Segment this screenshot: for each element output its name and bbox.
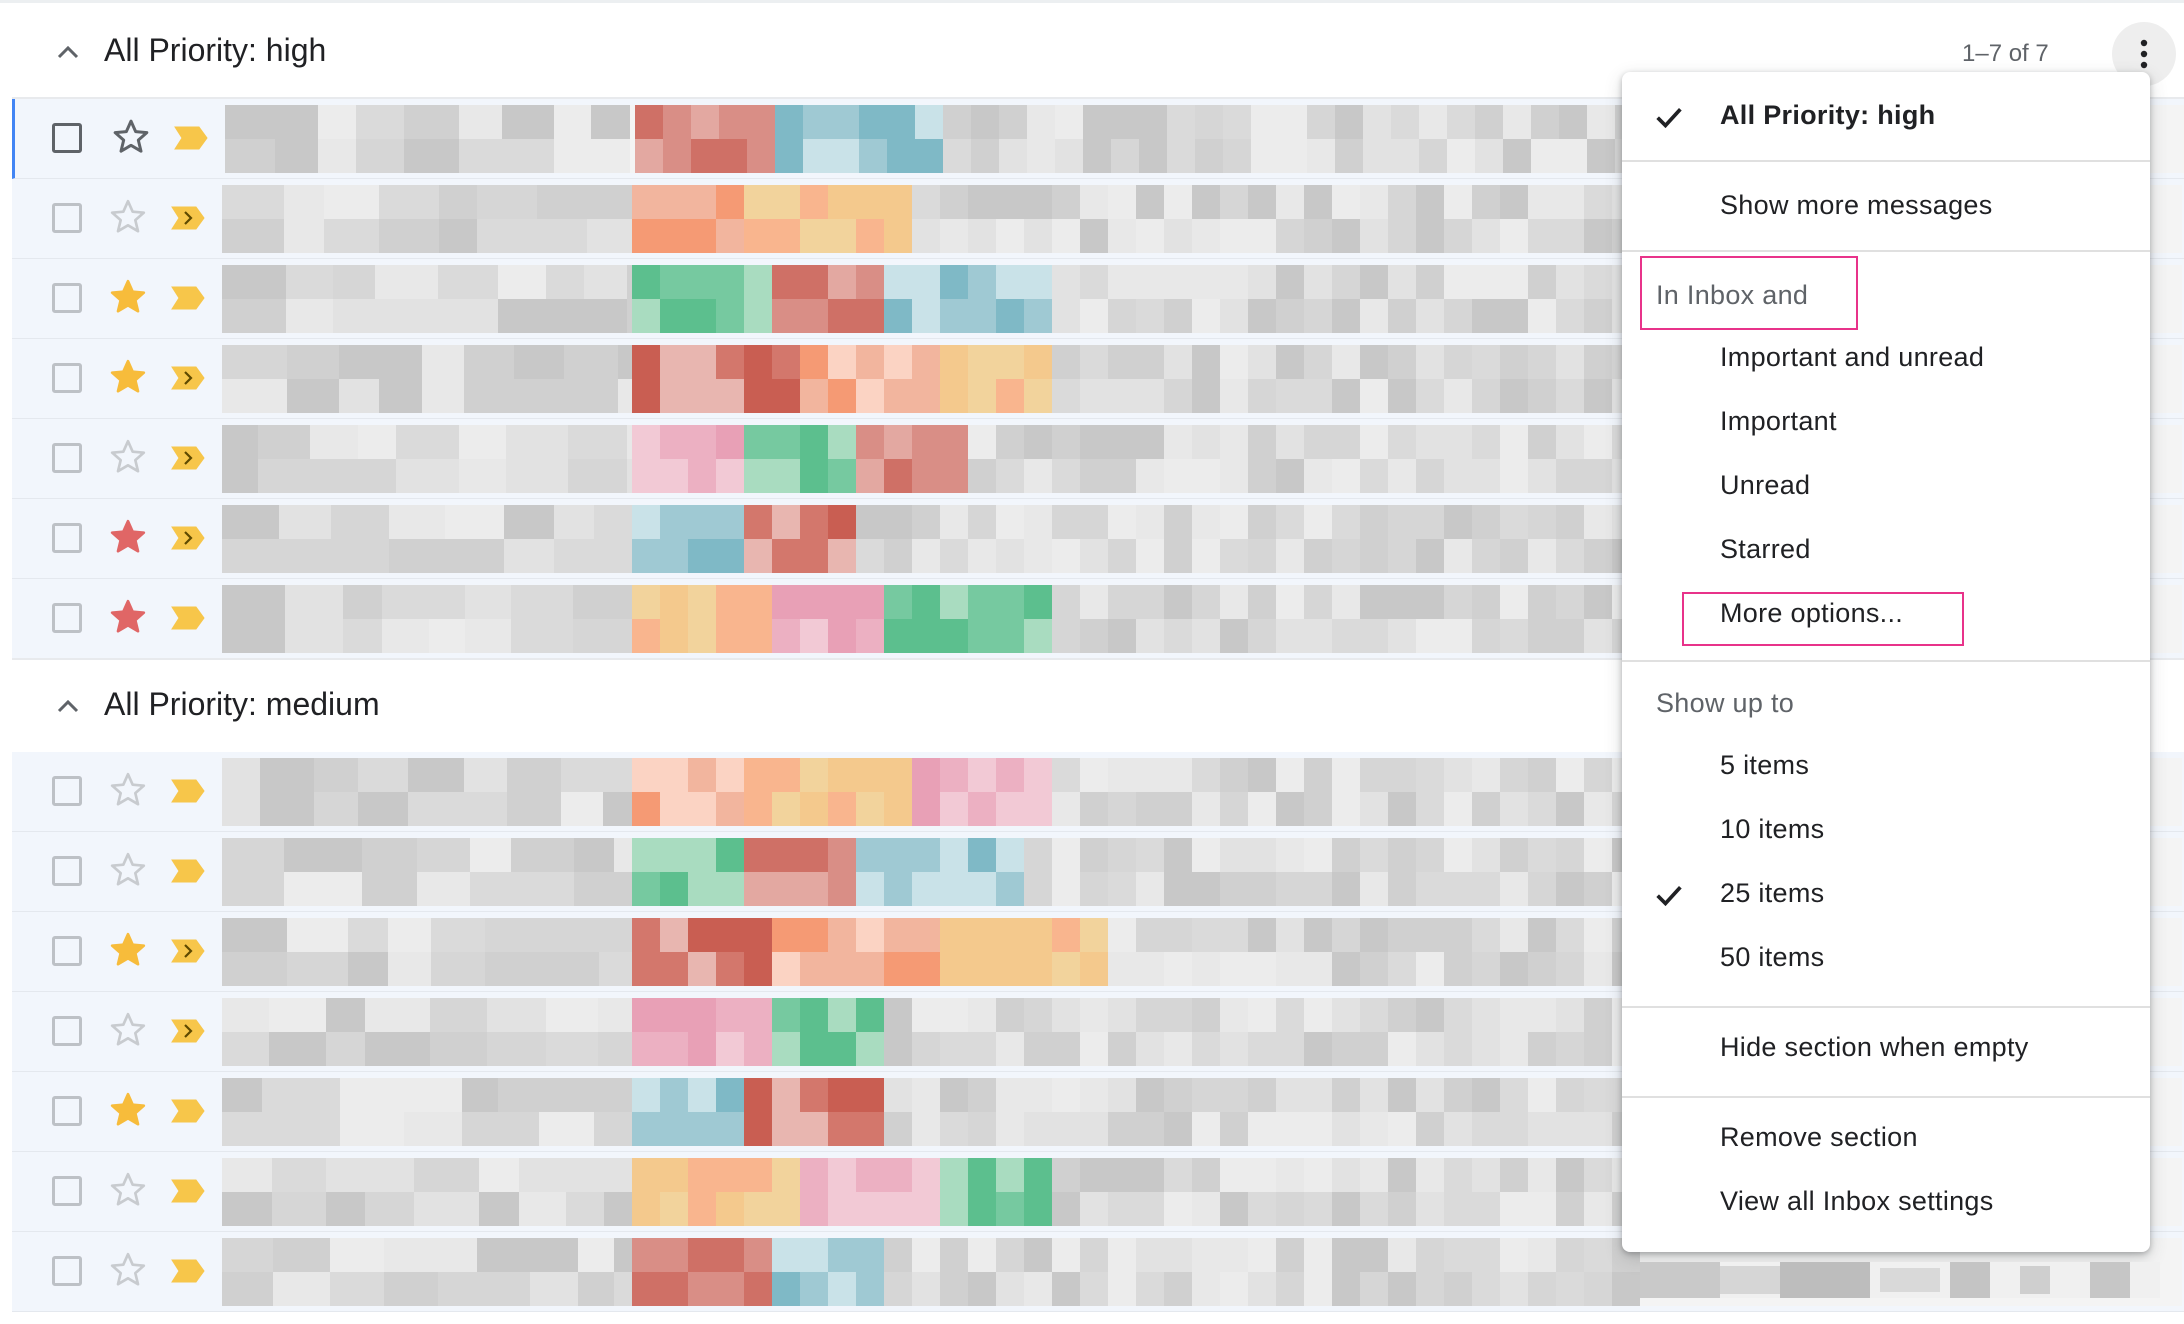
menu-item-all-priority-high[interactable]: All Priority: high [1622, 86, 2150, 146]
star-icon[interactable] [108, 770, 148, 810]
star-icon[interactable] [108, 437, 148, 477]
menu-separator [1622, 1006, 2150, 1008]
star-icon[interactable] [111, 117, 151, 157]
menu-item-label: More options... [1720, 598, 1904, 628]
menu-item-view-all-inbox-settings[interactable]: View all Inbox settings [1622, 1172, 2150, 1232]
menu-item-label: Important and unread [1720, 342, 1985, 372]
menu-item-label: All Priority: high [1720, 100, 1936, 130]
collapse-section-button[interactable] [50, 688, 86, 724]
important-marker-icon[interactable] [168, 443, 208, 473]
menu-item-unread[interactable]: Unread [1622, 456, 2150, 516]
message-count: 1–7 of 7 [1962, 40, 2049, 67]
star-icon[interactable] [108, 1090, 148, 1130]
section-title: All Priority: medium [104, 686, 380, 722]
checkbox-icon[interactable] [52, 936, 82, 966]
checkbox-icon[interactable] [52, 363, 82, 393]
important-marker-icon[interactable] [168, 603, 208, 633]
checkbox-icon[interactable] [52, 856, 82, 886]
menu-item-important-and-unread[interactable]: Important and unread [1622, 328, 2150, 388]
important-marker-icon[interactable] [168, 363, 208, 393]
star-icon[interactable] [108, 1010, 148, 1050]
section-title: All Priority: high [104, 32, 327, 68]
important-marker-icon[interactable] [168, 856, 208, 886]
checkbox-icon[interactable] [52, 1256, 82, 1286]
checkbox-icon[interactable] [52, 123, 82, 153]
checkbox-icon[interactable] [52, 443, 82, 473]
menu-item-label: 5 items [1720, 750, 1810, 780]
important-marker-icon[interactable] [168, 283, 208, 313]
more-vert-icon [2140, 39, 2148, 69]
chevron-up-icon [57, 45, 79, 59]
checkbox-icon[interactable] [52, 523, 82, 553]
important-marker-icon[interactable] [168, 1256, 208, 1286]
menu-item-label: Show more messages [1720, 190, 1993, 220]
check-icon [1656, 107, 1682, 129]
menu-item-label: View all Inbox settings [1720, 1186, 1994, 1216]
menu-heading-show-up-to: Show up to [1656, 688, 1795, 718]
menu-item-label: 25 items [1720, 878, 1825, 908]
checkbox-icon[interactable] [52, 283, 82, 313]
menu-item-label: 50 items [1720, 942, 1825, 972]
menu-item-label: 10 items [1720, 814, 1825, 844]
menu-item-label: Unread [1720, 470, 1811, 500]
top-border [0, 0, 2184, 3]
checkbox-icon[interactable] [52, 776, 82, 806]
menu-item-label: Important [1720, 406, 1837, 436]
menu-item-label: Remove section [1720, 1122, 1918, 1152]
check-icon [1656, 885, 1682, 907]
star-icon[interactable] [108, 197, 148, 237]
pixelated-content [1640, 1262, 2160, 1298]
menu-item-25-items[interactable]: 25 items [1622, 864, 2150, 924]
star-icon[interactable] [108, 1170, 148, 1210]
important-marker-icon[interactable] [168, 1176, 208, 1206]
menu-separator [1622, 160, 2150, 162]
important-marker-icon[interactable] [168, 936, 208, 966]
checkbox-icon[interactable] [52, 1176, 82, 1206]
menu-item-10-items[interactable]: 10 items [1622, 800, 2150, 860]
menu-item-label: Hide section when empty [1720, 1032, 2029, 1062]
important-marker-icon[interactable] [168, 1096, 208, 1126]
star-icon[interactable] [108, 1250, 148, 1290]
menu-item-more-options[interactable]: More options... [1622, 584, 2150, 644]
star-icon[interactable] [108, 517, 148, 557]
menu-item-hide-section-when-empty[interactable]: Hide section when empty [1622, 1018, 2150, 1078]
collapse-section-button[interactable] [50, 34, 86, 70]
section-options-menu: All Priority: high Show more messages In… [1622, 72, 2150, 1252]
star-icon[interactable] [108, 357, 148, 397]
star-icon[interactable] [108, 277, 148, 317]
menu-item-50-items[interactable]: 50 items [1622, 928, 2150, 988]
menu-heading-in-inbox: In Inbox and [1656, 280, 1809, 310]
menu-item-show-more-messages[interactable]: Show more messages [1622, 176, 2150, 236]
important-marker-icon[interactable] [168, 776, 208, 806]
menu-item-label: Starred [1720, 534, 1811, 564]
menu-item-important[interactable]: Important [1622, 392, 2150, 452]
menu-separator [1622, 1096, 2150, 1098]
star-icon[interactable] [108, 597, 148, 637]
chevron-up-icon [57, 699, 79, 713]
menu-item-starred[interactable]: Starred [1622, 520, 2150, 580]
checkbox-icon[interactable] [52, 203, 82, 233]
checkbox-icon[interactable] [52, 1096, 82, 1126]
star-icon[interactable] [108, 850, 148, 890]
checkbox-icon[interactable] [52, 1016, 82, 1046]
menu-item-remove-section[interactable]: Remove section [1622, 1108, 2150, 1168]
important-marker-icon[interactable] [168, 203, 208, 233]
menu-separator [1622, 250, 2150, 252]
important-marker-icon[interactable] [171, 123, 211, 153]
important-marker-icon[interactable] [168, 1016, 208, 1046]
important-marker-icon[interactable] [168, 523, 208, 553]
checkbox-icon[interactable] [52, 603, 82, 633]
menu-separator [1622, 660, 2150, 662]
star-icon[interactable] [108, 930, 148, 970]
menu-item-5-items[interactable]: 5 items [1622, 736, 2150, 796]
